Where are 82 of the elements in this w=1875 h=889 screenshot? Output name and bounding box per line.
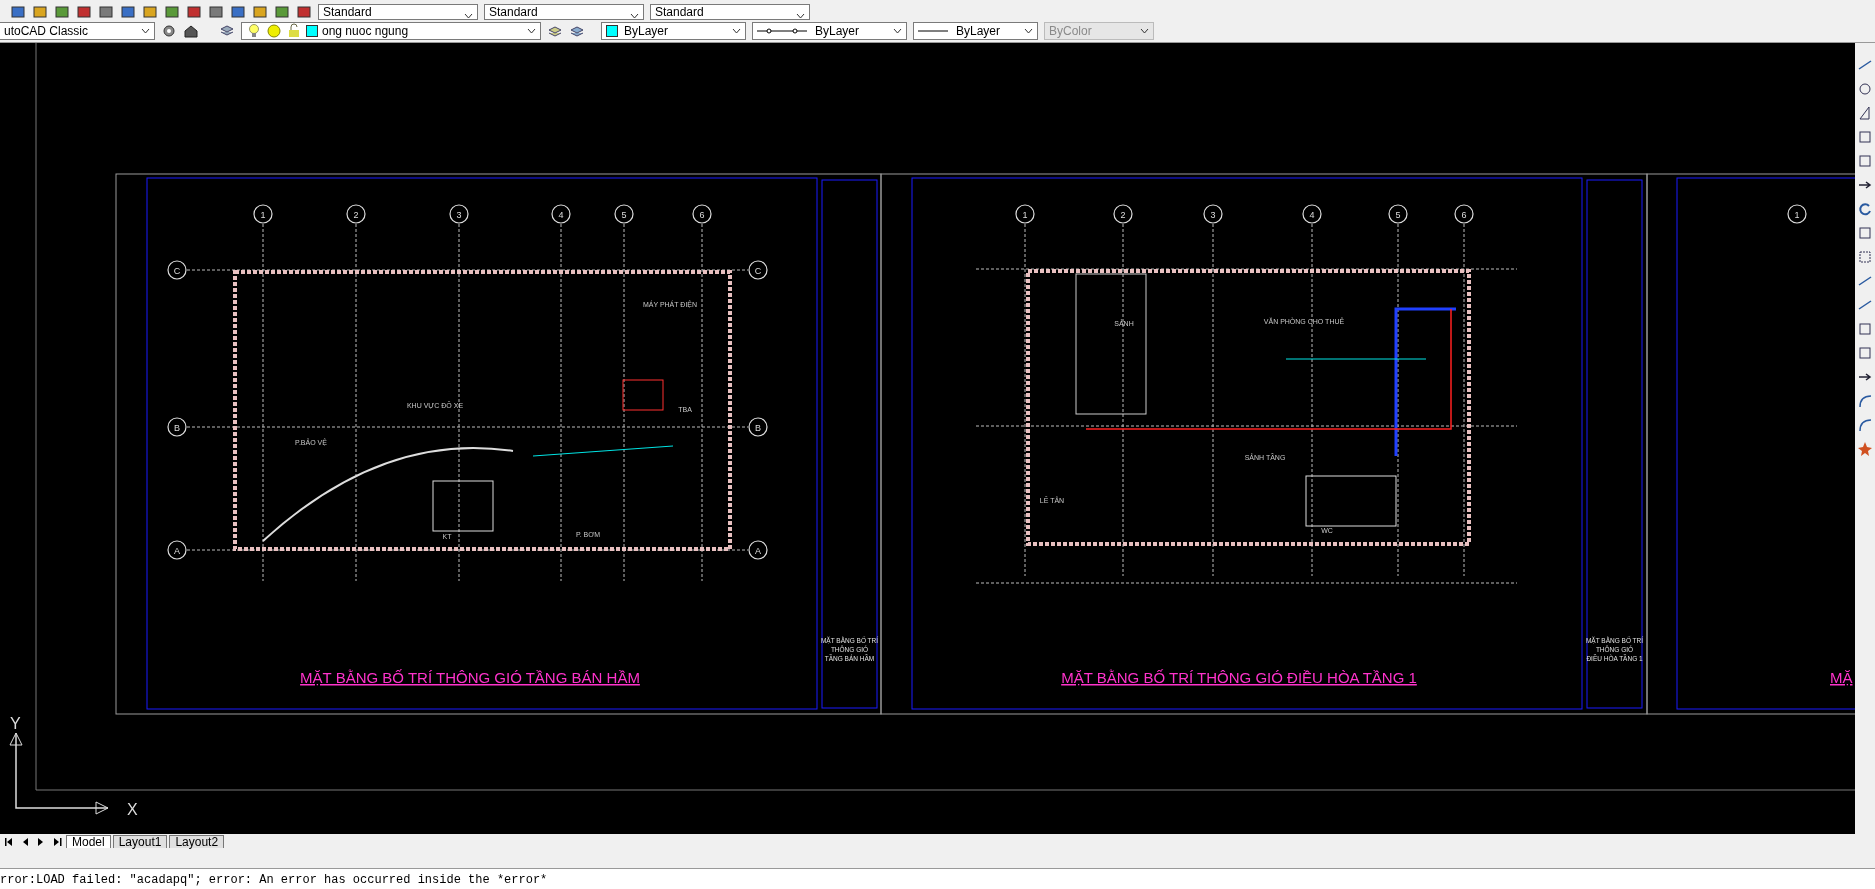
grid-bubble: 3: [449, 204, 469, 224]
toolbar-tool-icon[interactable]: [208, 4, 224, 20]
gear-icon[interactable]: [161, 23, 177, 39]
toolbar-tool-icon[interactable]: [10, 4, 26, 20]
toolbar-tool-icon[interactable]: [164, 4, 180, 20]
toolbar-tool-icon[interactable]: [32, 4, 48, 20]
grid-bubble: 4: [1302, 204, 1322, 224]
toolbar-tool-icon[interactable]: [76, 4, 92, 20]
lightbulb-icon: [246, 23, 262, 39]
arc-icon[interactable]: [1857, 417, 1873, 433]
command-line-text: rror:LOAD failed: "acadapq"; error: An error has occurred inside the *error*: [0, 869, 1875, 889]
square-icon[interactable]: [1857, 225, 1873, 241]
grid-bubble: 1: [253, 204, 273, 224]
color-swatch: [606, 25, 618, 37]
dropdown-caret-icon: [527, 28, 536, 34]
grid-bubble: 2: [1113, 204, 1133, 224]
layer-dropdown[interactable]: ong nuoc ngung: [241, 22, 541, 40]
toolbar-tool-icon[interactable]: [98, 4, 114, 20]
grid-bubble: 6: [1454, 204, 1474, 224]
sheet-title: MẶT BẰNG BỐ TRÍ THÔNG GIÓ TẦNG BÁN HẦM: [300, 669, 640, 686]
star-icon[interactable]: [1857, 441, 1873, 457]
style-dropdown[interactable]: Standard: [484, 4, 644, 20]
dropdown-caret-icon: [796, 13, 805, 19]
grid-bubble: 1: [1015, 204, 1035, 224]
square-icon[interactable]: [1857, 321, 1873, 337]
dropdown-caret-icon: [630, 13, 639, 19]
sun-icon: [266, 23, 282, 39]
grid-bubble: 6: [692, 204, 712, 224]
square-icon[interactable]: [1857, 153, 1873, 169]
grid-bubble: 2: [346, 204, 366, 224]
dropdown-caret-icon: [1024, 28, 1033, 34]
toolbar-tool-icon[interactable]: [186, 4, 202, 20]
toolbar-tool-icon[interactable]: [54, 4, 70, 20]
grid-bubble: 5: [1388, 204, 1408, 224]
dropdown-caret-icon: [464, 13, 473, 19]
grid-bubble: C: [748, 260, 768, 280]
dropdown-caret-icon: [141, 28, 150, 34]
style-dropdown[interactable]: Standard: [650, 4, 810, 20]
ucs-axes-icon: [9, 732, 109, 815]
grid-bubble: C: [167, 260, 187, 280]
dropdown-caret-icon: [1140, 28, 1149, 34]
grid-bubble: 4: [551, 204, 571, 224]
sheet-title: MẶ: [1830, 669, 1853, 686]
lineweight-dropdown[interactable]: ByLayer: [913, 22, 1038, 40]
bracket-icon[interactable]: [1857, 249, 1873, 265]
layout-tab[interactable]: Layout2: [169, 835, 225, 848]
grid-bubble: 1: [1787, 204, 1807, 224]
line-sample-icon: [918, 29, 948, 33]
color-swatch: [306, 25, 318, 37]
grid-bubble: 3: [1203, 204, 1223, 224]
grid-bubble: B: [167, 417, 187, 437]
toolbar-tool-icon[interactable]: [120, 4, 136, 20]
rotate-icon[interactable]: [1857, 201, 1873, 217]
toolbar-tool-icon[interactable]: [274, 4, 290, 20]
workspace-dropdown[interactable]: utoCAD Classic: [0, 22, 155, 40]
axis-label: Y: [10, 715, 21, 732]
triangle-icon[interactable]: [1857, 105, 1873, 121]
layout-tab[interactable]: Layout1: [112, 835, 168, 848]
square-icon[interactable]: [1857, 345, 1873, 361]
toolbar-tool-icon[interactable]: [252, 4, 268, 20]
toolbar-tool-icon[interactable]: [230, 4, 246, 20]
line-icon[interactable]: [1857, 273, 1873, 289]
circle-icon[interactable]: [1857, 81, 1873, 97]
house-icon[interactable]: [183, 23, 199, 39]
dropdown-caret-icon: [732, 28, 741, 34]
toolbar-tool-icon[interactable]: [296, 4, 312, 20]
toolbar-tool-icon[interactable]: [142, 4, 158, 20]
sheet-title: MẶT BẰNG BỐ TRÍ THÔNG GIÓ ĐIỀU HÒA TẦNG 1: [1061, 669, 1417, 686]
linetype-sample-icon: [757, 28, 807, 34]
axis-label: X: [127, 801, 138, 818]
grid-bubble: B: [748, 417, 768, 437]
layout-tab[interactable]: Model: [66, 835, 111, 848]
color-dropdown[interactable]: ByLayer: [601, 22, 746, 40]
linetype-dropdown[interactable]: ByLayer: [752, 22, 907, 40]
padlock-icon: [286, 23, 302, 39]
dropdown-caret-icon: [893, 28, 902, 34]
grid-bubble: 5: [614, 204, 634, 224]
grid-bubble: A: [748, 540, 768, 560]
line-icon[interactable]: [1857, 297, 1873, 313]
grid-bubble: A: [167, 540, 187, 560]
arc-icon[interactable]: [1857, 393, 1873, 409]
style-dropdown[interactable]: Standard: [318, 4, 478, 20]
